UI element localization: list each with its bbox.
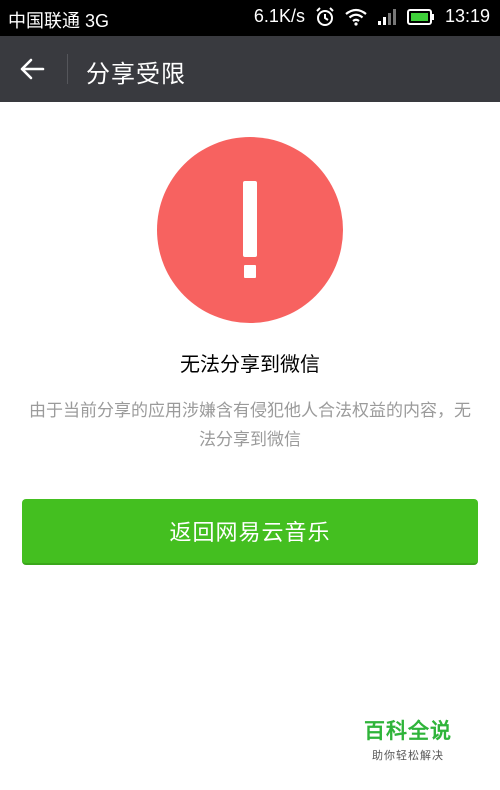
signal-icon	[377, 8, 397, 26]
status-bar-right: 6.1K/s 13:19	[254, 6, 490, 27]
watermark-slogan: 助你轻松解决	[372, 749, 444, 762]
back-arrow-icon	[20, 58, 45, 80]
battery-icon	[406, 8, 435, 25]
status-bar: 中国联通 3G 6.1K/s 13:19	[0, 0, 500, 36]
watermark-brand: 百科全说	[364, 719, 452, 743]
wifi-icon	[345, 8, 367, 26]
carrier-label: 中国联通 3G	[8, 11, 110, 31]
clock-time: 13:19	[444, 6, 490, 26]
return-button-label: 返回网易云音乐	[169, 521, 331, 546]
return-to-app-button[interactable]: 返回网易云音乐	[22, 499, 478, 565]
back-button[interactable]	[10, 49, 54, 89]
message-description: 由于当前分享的应用涉嫌含有侵犯他人合法权益的内容，无法分享到微信	[29, 401, 471, 450]
network-speed: 6.1K/s	[253, 6, 305, 26]
warning-icon	[157, 137, 343, 323]
watermark-logo: 百科全说 助你轻松解决	[360, 715, 456, 763]
exclamation-icon	[243, 181, 257, 278]
message-title: 无法分享到微信	[180, 352, 320, 376]
appbar-divider	[67, 54, 68, 84]
app-bar: 分享受限	[0, 36, 500, 102]
page-title: 分享受限	[86, 60, 186, 88]
alarm-icon	[315, 6, 335, 27]
